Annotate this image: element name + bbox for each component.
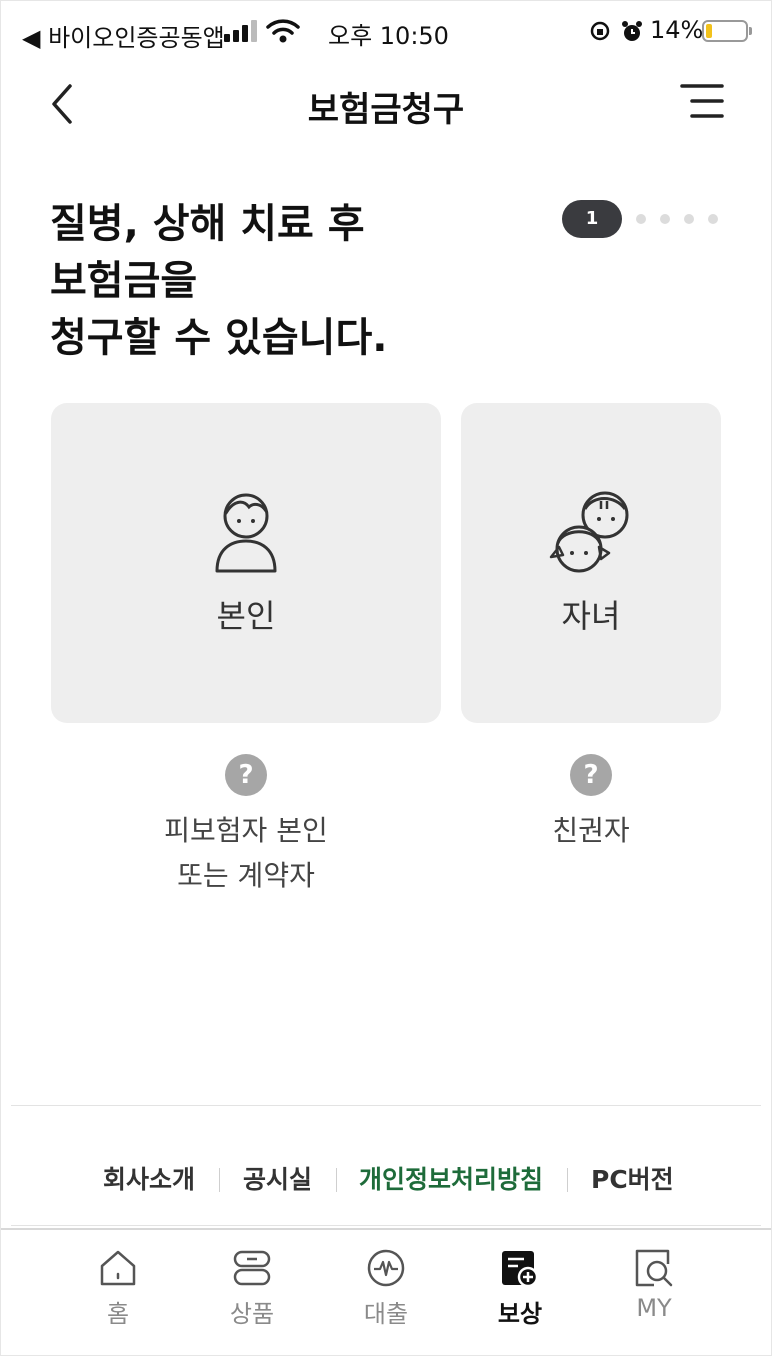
help-self-line-2: 또는 계약자: [177, 859, 315, 892]
person-icon: [215, 493, 277, 573]
status-bar: ◀ 바이오인증공동앱 오후 10:50 14%: [0, 0, 772, 64]
wifi-icon: [266, 19, 300, 43]
footer-separator: [219, 1168, 220, 1192]
help-child-text: 친권자: [461, 808, 721, 853]
help-child-line-1: 친권자: [552, 814, 630, 847]
claimant-child-label: 자녀: [561, 597, 621, 635]
help-self-icon[interactable]: ?: [225, 754, 267, 796]
tab-products[interactable]: 상품: [197, 1248, 307, 1348]
claims-icon: [502, 1251, 539, 1288]
tab-home-label: 홈: [106, 1300, 130, 1328]
alarm-icon: [622, 21, 642, 41]
battery-cap: [749, 27, 752, 35]
step-indicator-current: 1: [562, 200, 622, 238]
step-dot: [660, 214, 670, 224]
claimant-child-card[interactable]: 자녀: [461, 403, 721, 723]
step-dot: [636, 214, 646, 224]
rotation-lock-icon: [590, 21, 610, 41]
my-page-icon: [635, 1249, 673, 1287]
children-icon: [549, 491, 629, 573]
footer-link-privacy[interactable]: 개인정보처리방침: [359, 1160, 543, 1196]
tab-claims-label: 보상: [497, 1300, 543, 1328]
claimant-self-label: 본인: [216, 597, 276, 635]
tab-my-label: MY: [636, 1294, 672, 1322]
footer-links: 회사소개 공시실 개인정보처리방침 PC버전: [0, 1160, 772, 1200]
footer-separator: [567, 1168, 568, 1192]
cellular-signal-icon: [224, 20, 260, 42]
battery-percent: 14%: [650, 16, 704, 44]
bottom-tab-bar: 홈 상품 대출 보상 MY: [0, 1228, 772, 1356]
tab-claims[interactable]: 보상: [465, 1248, 575, 1348]
menu-icon[interactable]: [676, 82, 726, 122]
clock: 오후 10:50: [328, 22, 449, 50]
headline-line-1: 질병, 상해 치료 후: [50, 201, 365, 247]
footer-link-disclosure[interactable]: 공시실: [243, 1160, 312, 1196]
tab-bar-divider: [11, 1225, 761, 1226]
tab-loans[interactable]: 대출: [331, 1248, 441, 1348]
claimant-self-card[interactable]: 본인: [51, 403, 441, 723]
step-dot: [684, 214, 694, 224]
back-to-app-link[interactable]: ◀ 바이오인증공동앱: [22, 18, 225, 53]
tab-my[interactable]: MY: [599, 1248, 709, 1348]
footer-link-pc-version[interactable]: PC버전: [591, 1160, 674, 1196]
headline: 질병, 상해 치료 후 보험금을 청구할 수 있습니다.: [50, 196, 510, 367]
app-header: 보험금청구: [0, 64, 772, 144]
footer-separator: [336, 1168, 337, 1192]
tab-home[interactable]: 홈: [63, 1248, 173, 1348]
help-child-icon[interactable]: ?: [570, 754, 612, 796]
help-self-text: 피보험자 본인 또는 계약자: [51, 808, 441, 898]
tab-products-label: 상품: [229, 1300, 275, 1328]
step-dot: [708, 214, 718, 224]
tab-loans-label: 대출: [363, 1300, 409, 1328]
page-title: 보험금청구: [307, 90, 465, 130]
footer-link-company[interactable]: 회사소개: [103, 1160, 195, 1196]
headline-line-3: 청구할 수 있습니다.: [50, 315, 388, 361]
home-icon: [100, 1250, 136, 1286]
help-self-line-1: 피보험자 본인: [164, 814, 328, 847]
headline-line-2: 보험금을: [50, 258, 198, 304]
loan-icon: [367, 1249, 405, 1287]
footer-divider: [11, 1105, 761, 1106]
battery-icon: [702, 20, 748, 42]
products-icon: [233, 1250, 271, 1286]
